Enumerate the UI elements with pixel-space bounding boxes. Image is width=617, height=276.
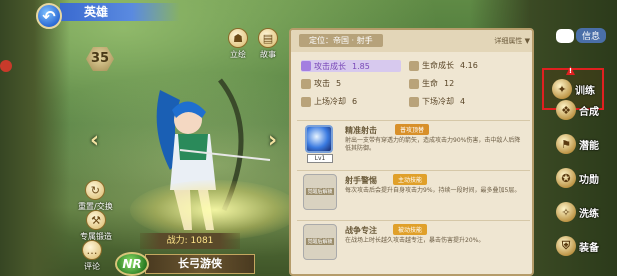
rarity-badge: NR [115,252,149,276]
exit-cooldown-icon [409,96,419,107]
menu-item-compose[interactable]: ❖ 合成 [556,98,610,122]
hero-name: 长弓游侠 [145,254,255,274]
left-tree-decoration [0,0,70,276]
skill-name: 射手警惕 [345,176,377,185]
compose-icon: ❖ [556,100,576,120]
exclusive-forge-button[interactable]: ⚒ 专属锻造 [80,210,112,242]
stat-value: 4 [460,97,466,106]
refine-icon: ✧ [556,202,576,222]
right-side-menu: 信息 ✦ 训练 ! ❖ 合成 ⚑ 潜能 ✪ 功勋 ✧ 洗练 ⛨ 装备 [542,20,617,276]
stat-value: 4.16 [460,61,478,70]
stat-exit-cooldown: 下场冷却 4 [409,96,465,107]
detail-attributes-link[interactable]: 详细属性 ▼ [494,36,530,46]
chat-bubble-icon: … [82,240,102,260]
skill-row-3[interactable]: 觉醒后解锁 战争专注 被动技能 在战场上时长越久攻击越专注，暴击伤害提升20%。 [297,220,530,268]
potential-icon: ⚑ [556,134,576,154]
skill-name: 战争专注 [345,226,377,235]
stat-hp-growth: 生命成长 4.16 [409,60,478,71]
training-icon: ✦ [552,79,572,99]
skill-desc: 每次攻击后会提升自身攻击力9%，持续一段时间，最多叠加5层。 [345,187,521,194]
reset-icon: ↻ [85,180,106,200]
menu-label: 潜能 [579,140,599,152]
stand-art-label: 立绘 [230,50,246,59]
chat-bubble-icon [556,28,574,43]
info-button[interactable]: 信息 [556,28,607,43]
stat-label: 攻击成长 [314,61,346,71]
hp-growth-icon [409,60,419,71]
story-label: 故事 [260,50,276,59]
menu-label: 训练 [575,85,595,97]
hero-position: 定位：帝国 · 射手 [299,34,383,47]
panel-header: 定位：帝国 · 射手 详细属性 ▼ [291,30,532,52]
hero-ground-glow [130,180,300,240]
stand-art-button[interactable]: ☗ 立绘 [228,28,248,60]
menu-item-equipment[interactable]: ⛨ 装备 [556,234,610,258]
top-bar: 英雄 ↶ [0,0,617,29]
stat-label: 生命成长 [422,61,454,70]
stat-value: 1.85 [352,61,370,71]
menu-item-potential[interactable]: ⚑ 潜能 [556,132,610,156]
hero-power: 战力: 1081 [140,233,240,249]
lock-text: 觉醒后解锁 [306,188,334,195]
merit-icon: ✪ [556,168,576,188]
enter-cooldown-icon [301,96,311,107]
lock-text: 觉醒后解锁 [306,238,334,245]
info-label: 信息 [576,28,607,43]
hero-nameplate: 长弓游侠 NR [115,252,255,276]
comment-button[interactable]: … 评论 [82,240,102,272]
stat-enter-cooldown: 上场冷却 6 [301,96,357,107]
attack-growth-icon [301,61,311,71]
stat-attack: 攻击 5 [301,78,341,89]
stat-label: 下场冷却 [422,97,454,106]
page-title: 英雄 [60,3,180,21]
menu-label: 合成 [579,106,599,118]
precise-shot-icon [305,125,333,153]
alert-icon: ! [566,66,575,75]
stat-value: 12 [444,79,455,88]
comment-label: 评论 [84,262,100,271]
skill-name: 精准射击 [345,126,377,135]
equipment-icon: ⛨ [556,236,576,256]
hp-icon [409,78,419,89]
skill-row-2[interactable]: 觉醒后解锁 射手警惕 主动技能 每次攻击后会提升自身攻击力9%，持续一段时间，最… [297,170,530,218]
reset-button[interactable]: ↻ 重置/交换 [78,180,113,212]
menu-label: 装备 [579,242,599,254]
stand-art-icon: ☗ [228,28,248,48]
skill-desc: 射出一支带有穿透力的箭矢，造成攻击力90%伤害，击中敌人后降低其防御。 [345,137,521,152]
prev-hero-arrow-icon[interactable]: ‹ [90,128,99,153]
skill-desc: 在战场上时长越久攻击越专注，暴击伤害提升20%。 [345,237,485,244]
hero-figure [120,70,300,250]
skill-row-1[interactable]: Lv1 精准射击 普攻顶替 射出一支带有穿透力的箭矢，造成攻击力90%伤害，击中… [297,120,530,168]
story-icon: ▤ [258,28,278,48]
back-arrow-icon: ↶ [42,6,56,26]
stat-hp: 生命 12 [409,78,454,89]
edge-notification-dot [0,60,12,72]
menu-item-refine[interactable]: ✧ 洗练 [556,200,610,224]
menu-label: 功勋 [579,174,599,186]
menu-item-merit[interactable]: ✪ 功勋 [556,166,610,190]
stat-value: 6 [352,97,358,106]
forge-icon: ⚒ [86,210,106,230]
stat-label: 攻击 [314,79,330,88]
hero-info-panel: 定位：帝国 · 射手 详细属性 ▼ 攻击成长 1.85 生命成长 4.16 攻击… [289,28,534,276]
back-button[interactable]: ↶ [36,3,62,29]
attack-icon [301,78,311,89]
stat-value: 5 [336,79,342,88]
skill-tag: 普攻顶替 [395,124,430,135]
skill-locked-icon: 觉醒后解锁 [303,174,337,210]
story-button[interactable]: ▤ 故事 [258,28,278,60]
menu-label: 洗练 [579,208,599,220]
skill-level: Lv1 [307,154,333,163]
skill-tag: 被动技能 [393,224,428,235]
skill-tag: 主动技能 [393,174,428,185]
stat-label: 生命 [422,79,438,88]
skill-locked-icon: 觉醒后解锁 [303,224,337,260]
stat-label: 上场冷却 [314,97,346,106]
stat-attack-growth: 攻击成长 1.85 [301,60,401,72]
